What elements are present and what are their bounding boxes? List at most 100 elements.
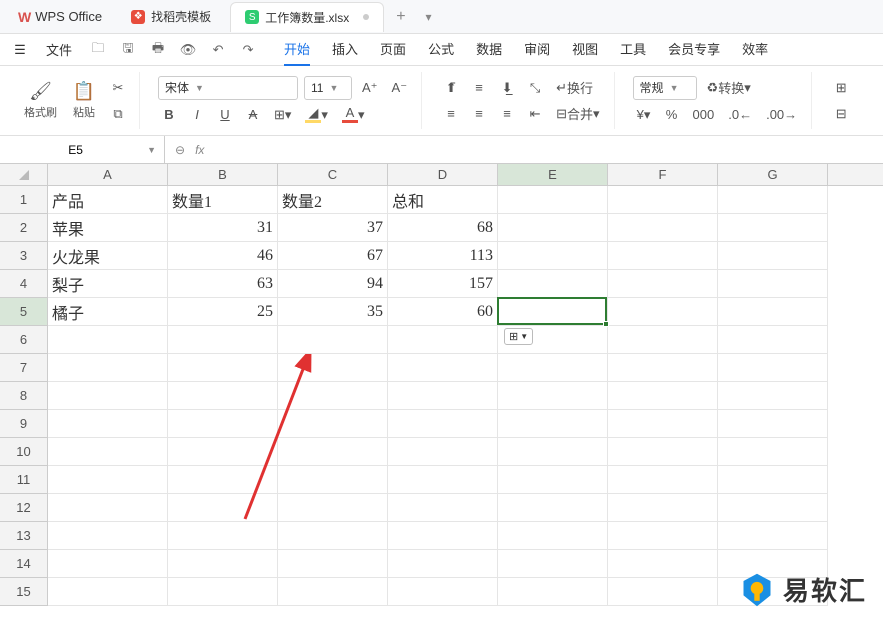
row-header[interactable]: 9 <box>0 410 47 438</box>
cell[interactable] <box>718 270 828 298</box>
cell[interactable] <box>608 270 718 298</box>
align-right-button[interactable]: ≡ <box>496 103 518 125</box>
percent-button[interactable]: % <box>661 104 683 126</box>
row-header[interactable]: 1 <box>0 186 47 214</box>
decrease-font-button[interactable]: A⁻ <box>388 77 412 99</box>
cell[interactable]: 67 <box>278 242 388 270</box>
font-size-select[interactable]: 11▼ <box>304 76 352 100</box>
align-center-button[interactable]: ≡ <box>468 103 490 125</box>
cell[interactable] <box>388 410 498 438</box>
cell[interactable]: 157 <box>388 270 498 298</box>
cell[interactable] <box>718 410 828 438</box>
cell[interactable] <box>498 550 608 578</box>
cell[interactable] <box>48 550 168 578</box>
paste-button[interactable]: 📋粘贴 <box>67 81 101 120</box>
cell[interactable] <box>278 494 388 522</box>
tab-data[interactable]: 数据 <box>476 33 502 66</box>
menu-icon[interactable]: ☰ <box>12 42 28 58</box>
cell[interactable] <box>278 326 388 354</box>
cell[interactable] <box>388 578 498 606</box>
row-header[interactable]: 4 <box>0 270 47 298</box>
cell[interactable] <box>498 214 608 242</box>
tab-start[interactable]: 开始 <box>284 33 310 66</box>
tab-page[interactable]: 页面 <box>380 33 406 66</box>
cell[interactable] <box>48 494 168 522</box>
cell[interactable] <box>498 466 608 494</box>
merge-button[interactable]: ⊟合并▾ <box>552 103 603 125</box>
cell[interactable] <box>498 494 608 522</box>
tab-efficiency[interactable]: 效率 <box>742 33 768 66</box>
formula-input[interactable] <box>214 136 883 163</box>
cell[interactable]: 94 <box>278 270 388 298</box>
cell[interactable] <box>388 494 498 522</box>
cell[interactable] <box>718 242 828 270</box>
cell[interactable]: 火龙果 <box>48 242 168 270</box>
cell[interactable] <box>278 550 388 578</box>
row-header[interactable]: 3 <box>0 242 47 270</box>
cell[interactable] <box>278 410 388 438</box>
column-header[interactable]: C <box>278 164 388 185</box>
tab-formula[interactable]: 公式 <box>428 33 454 66</box>
cell[interactable] <box>168 550 278 578</box>
orientation-button[interactable]: ⤡ <box>524 77 546 99</box>
cell[interactable]: 31 <box>168 214 278 242</box>
cell[interactable] <box>388 522 498 550</box>
cell[interactable] <box>498 354 608 382</box>
row-header[interactable]: 11 <box>0 466 47 494</box>
cell[interactable] <box>498 270 608 298</box>
cell[interactable] <box>168 326 278 354</box>
cell[interactable] <box>388 382 498 410</box>
font-color-button[interactable]: A▾ <box>338 104 369 126</box>
cell[interactable] <box>168 382 278 410</box>
cell[interactable] <box>498 242 608 270</box>
align-left-button[interactable]: ≡ <box>440 103 462 125</box>
folder-icon[interactable]: 🗀 <box>90 42 106 58</box>
cell[interactable] <box>498 186 608 214</box>
currency-button[interactable]: ¥▾ <box>633 104 655 126</box>
cell[interactable]: 数量1 <box>168 186 278 214</box>
cell[interactable] <box>168 354 278 382</box>
increase-font-button[interactable]: A⁺ <box>358 77 382 99</box>
decrease-decimal-button[interactable]: .0← <box>724 104 756 126</box>
cell[interactable] <box>608 354 718 382</box>
select-all-corner[interactable] <box>0 164 48 186</box>
cell[interactable] <box>278 438 388 466</box>
align-middle-button[interactable]: ≡ <box>468 77 490 99</box>
redo-icon[interactable]: ↷ <box>240 42 256 58</box>
row-header[interactable]: 2 <box>0 214 47 242</box>
align-top-button[interactable]: ⬆̄ <box>440 77 462 99</box>
cell[interactable] <box>388 438 498 466</box>
column-header[interactable]: G <box>718 164 828 185</box>
cell[interactable] <box>498 522 608 550</box>
cell[interactable]: 35 <box>278 298 388 326</box>
cell[interactable]: 总和 <box>388 186 498 214</box>
cell[interactable]: 数量2 <box>278 186 388 214</box>
cell[interactable]: 产品 <box>48 186 168 214</box>
cell[interactable] <box>388 466 498 494</box>
cell[interactable] <box>168 522 278 550</box>
name-box[interactable]: ▼ <box>0 136 165 163</box>
row-header[interactable]: 8 <box>0 382 47 410</box>
fill-color-button[interactable]: ◢▾ <box>301 104 332 126</box>
cell[interactable] <box>718 354 828 382</box>
cells-area[interactable]: 产品数量1数量2总和苹果313768火龙果4667113梨子6394157橘子2… <box>48 186 883 618</box>
cell[interactable] <box>278 466 388 494</box>
cell-styles-button[interactable]: ⊞ <box>830 77 852 99</box>
cell[interactable] <box>608 382 718 410</box>
cell[interactable]: 梨子 <box>48 270 168 298</box>
save-icon[interactable]: 🖫 <box>120 42 136 58</box>
autofill-options-button[interactable]: ⊞▼ <box>504 328 533 345</box>
cell[interactable] <box>608 578 718 606</box>
cell[interactable] <box>608 186 718 214</box>
number-format-select[interactable]: 常规▼ <box>633 76 697 100</box>
tab-review[interactable]: 审阅 <box>524 33 550 66</box>
cell[interactable] <box>168 466 278 494</box>
strikethrough-button[interactable]: A <box>242 104 264 126</box>
tab-workbook[interactable]: S 工作簿数量.xlsx <box>230 2 384 32</box>
row-header[interactable]: 10 <box>0 438 47 466</box>
tab-tools[interactable]: 工具 <box>620 33 646 66</box>
border-button[interactable]: ⊞▾ <box>270 104 295 126</box>
cell[interactable] <box>278 354 388 382</box>
tab-view[interactable]: 视图 <box>572 33 598 66</box>
cell[interactable]: 113 <box>388 242 498 270</box>
